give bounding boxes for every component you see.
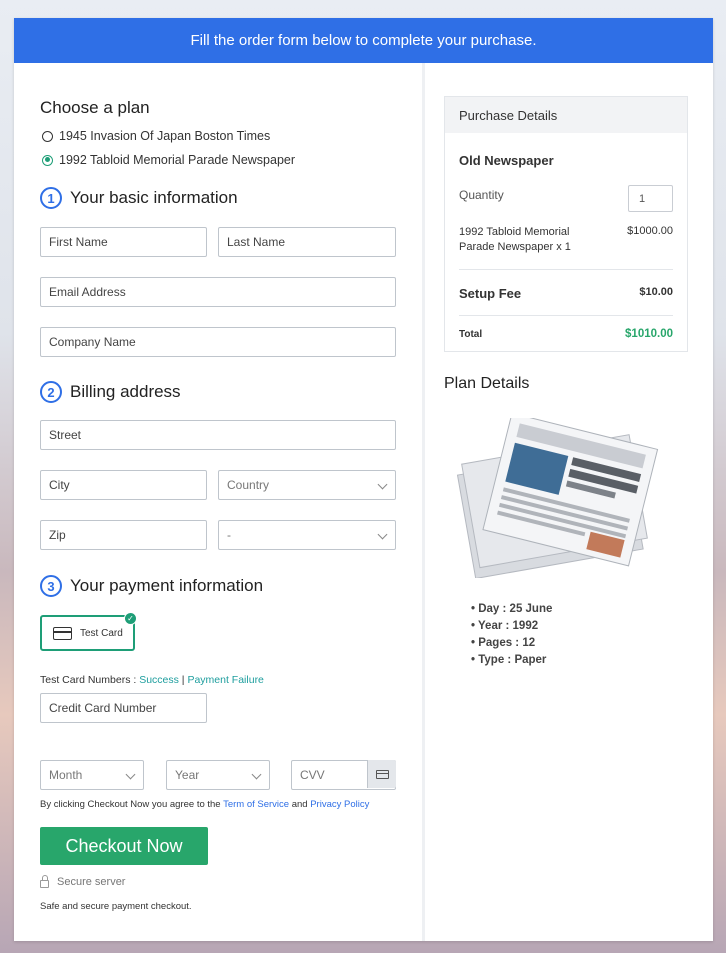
check-icon: ✓ [124,612,137,625]
payment-failure-link[interactable]: Payment Failure [187,674,263,686]
list-item: Pages : 12 [471,635,552,652]
purchase-details-box: Purchase Details Old Newspaper Quantity … [444,96,688,352]
card-option-label: Test Card [80,627,123,639]
state-select[interactable]: - [218,520,396,550]
cvv-placeholder: CVV [300,768,325,782]
card-number-field[interactable]: Credit Card Number [40,693,207,723]
setup-fee-label: Setup Fee [459,286,522,301]
total-price: $1010.00 [625,328,673,340]
agreement-prefix: By clicking Checkout Now you agree to th… [40,799,224,810]
last-name-field[interactable]: Last Name [218,227,396,257]
chevron-down-icon [251,769,262,780]
form-column: Choose a plan 1945 Invasion Of Japan Bos… [14,63,422,941]
plan-option-1945[interactable]: 1945 Invasion Of Japan Boston Times [42,129,270,143]
chevron-down-icon [377,529,388,540]
step-number-icon: 1 [40,187,62,209]
list-item: Day : 25 June [471,601,552,618]
lock-icon [40,875,49,888]
plan-option-label: 1945 Invasion Of Japan Boston Times [59,129,271,143]
terms-link[interactable]: Term of Service [223,799,289,810]
test-numbers-label: Test Card Numbers : [40,674,140,686]
plan-details-list: Day : 25 June Year : 1992 Pages : 12 Typ… [471,601,552,669]
line-item-label: 1992 Tabloid Memorial Parade Newspaper x… [459,226,571,253]
setup-fee-price: $10.00 [639,286,673,298]
agreement-text: By clicking Checkout Now you agree to th… [40,799,369,810]
email-field[interactable]: Email Address [40,277,396,307]
select-value: Country [227,478,270,492]
step-number-icon: 2 [40,381,62,403]
select-value: - [227,528,231,542]
select-value: Year [175,768,200,782]
billing-heading: 2 Billing address [40,381,181,403]
section-title: Your basic information [70,188,238,207]
cvv-card-icon [367,760,396,788]
country-select[interactable]: Country [218,470,396,500]
product-name: Old Newspaper [459,153,554,168]
plan-option-1992[interactable]: 1992 Tabloid Memorial Parade Newspaper [42,153,295,167]
purchase-details-heading: Purchase Details [445,97,687,133]
company-field[interactable]: Company Name [40,327,396,357]
quantity-input[interactable]: 1 [628,185,673,212]
radio-unchecked-icon[interactable] [42,130,53,142]
credit-card-icon [53,626,72,640]
chevron-down-icon [377,479,388,490]
total-label: Total [459,329,483,340]
divider [459,269,673,270]
payment-heading: 3 Your payment information [40,575,263,597]
secure-label: Secure server [57,876,126,888]
section-title: Your payment information [70,576,264,595]
line-item-price: $1000.00 [627,225,673,237]
month-select[interactable]: Month [40,760,144,790]
order-form-card: Fill the order form below to complete yo… [14,18,713,941]
section-title: Billing address [70,382,181,401]
summary-column: Purchase Details Old Newspaper Quantity … [425,63,713,941]
basic-info-heading: 1 Your basic information [40,187,238,209]
list-item: Type : Paper [471,652,552,669]
city-field[interactable]: City [40,470,207,500]
step-number-icon: 3 [40,575,62,597]
agreement-and: and [289,799,311,810]
chevron-down-icon [125,769,136,780]
quantity-label: Quantity [459,188,504,202]
header-banner: Fill the order form below to complete yo… [14,18,713,63]
choose-plan-heading: Choose a plan [40,98,150,117]
divider [459,315,673,316]
test-card-option[interactable]: Test Card [40,615,135,651]
privacy-link[interactable]: Privacy Policy [310,799,369,810]
newspaper-image [456,418,659,578]
success-link[interactable]: Success [139,674,179,686]
zip-field[interactable]: Zip [40,520,207,550]
first-name-field[interactable]: First Name [40,227,207,257]
year-select[interactable]: Year [166,760,270,790]
street-field[interactable]: Street [40,420,396,450]
plan-option-label: 1992 Tabloid Memorial Parade Newspaper [59,153,296,167]
checkout-button[interactable]: Checkout Now [40,827,208,865]
plan-details-heading: Plan Details [444,375,530,392]
test-card-numbers: Test Card Numbers : Success | Payment Fa… [40,674,264,686]
list-item: Year : 1992 [471,618,552,635]
safe-checkout-text: Safe and secure payment checkout. [40,901,192,912]
secure-server: Secure server [40,875,126,888]
radio-checked-icon[interactable] [42,154,53,166]
select-value: Month [49,768,83,782]
